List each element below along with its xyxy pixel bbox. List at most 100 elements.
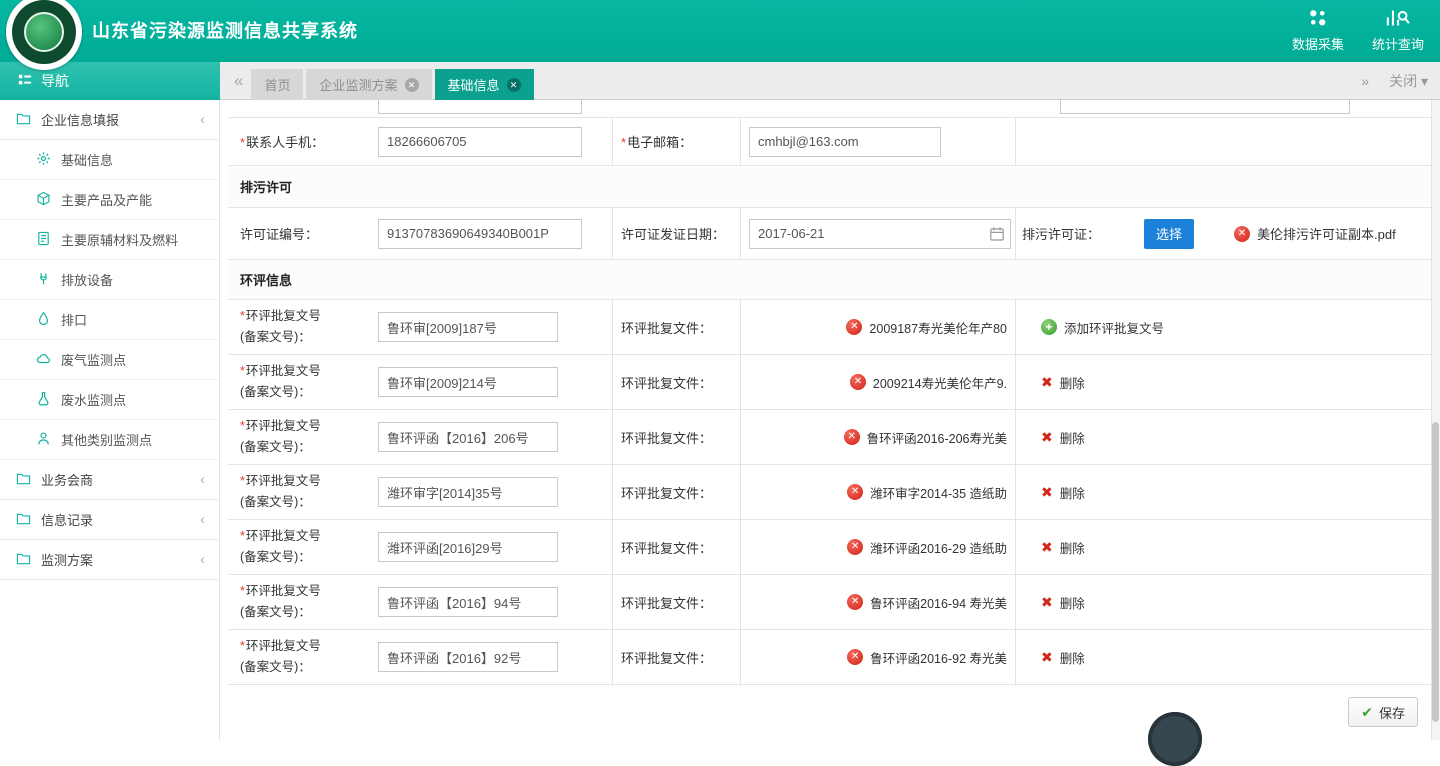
add-icon[interactable]: + xyxy=(1041,319,1057,335)
eia-doc-label: *环评批复文号 (备案文号)： xyxy=(240,416,378,457)
sidebar-item-raw-materials[interactable]: 主要原辅材料及燃料 xyxy=(0,220,219,260)
sidebar-group-monitoring-plan[interactable]: 监测方案 ‹ xyxy=(0,540,219,580)
select-file-button[interactable]: 选择 xyxy=(1144,219,1194,249)
delete-link[interactable]: 删除 xyxy=(1060,593,1085,612)
sidebar-item-outlet[interactable]: 排口 xyxy=(0,300,219,340)
eia-file-cell: ✕ 鲁环评函2016-94 寿光美 xyxy=(740,575,1015,629)
delete-link[interactable]: 删除 xyxy=(1060,373,1085,392)
eia-row: *环评批复文号 (备案文号)： 环评批复文件： ✕ 潍环评函2016-29 造纸… xyxy=(228,520,1432,575)
stats-query-icon xyxy=(1385,7,1410,31)
save-button[interactable]: ✔ 保存 xyxy=(1348,697,1418,727)
tab-basic-info[interactable]: 基础信息 ✕ xyxy=(435,69,534,100)
tab-close-icon[interactable]: ✕ xyxy=(405,78,419,92)
remove-file-icon[interactable]: ✕ xyxy=(847,594,863,610)
sidebar-item-label: 基础信息 xyxy=(61,150,113,169)
tab-home[interactable]: 首页 xyxy=(251,69,303,100)
sidebar-item-label: 其他类别监测点 xyxy=(61,430,152,449)
license-input[interactable] xyxy=(378,219,582,249)
remove-file-icon[interactable]: ✕ xyxy=(846,319,862,335)
delete-icon[interactable]: ✖ xyxy=(1041,539,1053,556)
sidebar-item-emission-equipment[interactable]: 排放设备 xyxy=(0,260,219,300)
delete-link[interactable]: 删除 xyxy=(1060,648,1085,667)
document-icon xyxy=(36,231,51,249)
eia-doc-input[interactable] xyxy=(378,312,558,342)
eia-file-label: 环评批复文件： xyxy=(621,483,712,502)
remove-file-icon[interactable]: ✕ xyxy=(844,429,860,445)
close-tabs-dropdown[interactable]: 关闭 ▾ xyxy=(1389,71,1428,91)
top-header: 山东省污染源监测信息共享系统 数据采集 统计查询 xyxy=(0,0,1440,62)
delete-icon[interactable]: ✖ xyxy=(1041,484,1053,501)
sidebar-item-water-monitoring[interactable]: 废水监测点 xyxy=(0,380,219,420)
delete-icon[interactable]: ✖ xyxy=(1041,429,1053,446)
close-tabs-label: 关闭 xyxy=(1389,73,1417,89)
sidebar-item-products[interactable]: 主要产品及产能 xyxy=(0,180,219,220)
issue-date-input[interactable] xyxy=(749,219,1011,249)
cropped-form-row xyxy=(228,100,1432,118)
stats-query-label: 统计查询 xyxy=(1372,34,1424,53)
eia-file-name: 鲁环评函2016-92 寿光美 xyxy=(870,648,1007,667)
eia-file-cell: ✕ 鲁环评函2016-206寿光美 xyxy=(740,410,1015,464)
cropped-input[interactable] xyxy=(378,100,582,114)
permit-row: 许可证编号： 许可证发证日期： 排污许可证： 选择 ✕ 美伦排污许可证副本.pd… xyxy=(228,208,1432,260)
tab-bar: « 首页 企业监测方案 ✕ 基础信息 ✕ » 关闭 ▾ xyxy=(220,62,1440,100)
plug-icon xyxy=(36,271,51,289)
tab-enterprise-plan[interactable]: 企业监测方案 ✕ xyxy=(306,69,431,100)
stats-query-button[interactable]: 统计查询 xyxy=(1372,7,1424,53)
eia-doc-input[interactable] xyxy=(378,477,558,507)
delete-icon[interactable]: ✖ xyxy=(1041,374,1053,391)
eia-file-name: 2009214寿光美伦年产9. xyxy=(873,373,1007,392)
eia-doc-input[interactable] xyxy=(378,532,558,562)
drop-icon xyxy=(36,311,51,329)
eia-file-label-cell: 环评批复文件： xyxy=(612,355,740,409)
eia-file-name: 潍环评函2016-29 造纸助 xyxy=(870,538,1007,557)
eia-doc-input[interactable] xyxy=(378,642,558,672)
sidebar-group-label: 企业信息填报 xyxy=(41,110,119,129)
delete-link[interactable]: 删除 xyxy=(1060,483,1085,502)
email-label: *电子邮箱： xyxy=(621,132,692,151)
cloud-icon xyxy=(36,351,51,369)
logo-globe xyxy=(24,12,64,52)
eia-doc-label: *环评批复文号 (备案文号)： xyxy=(240,306,378,347)
scrollbar-thumb[interactable] xyxy=(1432,422,1439,722)
delete-link[interactable]: 删除 xyxy=(1060,428,1085,447)
delete-icon[interactable]: ✖ xyxy=(1041,594,1053,611)
data-collection-button[interactable]: 数据采集 xyxy=(1292,7,1344,53)
calendar-icon[interactable] xyxy=(989,226,1005,242)
remove-file-icon[interactable]: ✕ xyxy=(1234,226,1250,242)
delete-icon[interactable]: ✖ xyxy=(1041,649,1053,666)
email-input[interactable] xyxy=(749,127,941,157)
delete-link[interactable]: 删除 xyxy=(1060,538,1085,557)
eia-action-cell: ✖ 删除 xyxy=(1015,520,1432,574)
sidebar-group-business[interactable]: 业务会商 ‹ xyxy=(0,460,219,500)
remove-file-icon[interactable]: ✕ xyxy=(847,484,863,500)
eia-doc-label: *环评批复文号 (备案文号)： xyxy=(240,526,378,567)
eia-action-cell: ✖ 删除 xyxy=(1015,355,1432,409)
eia-doc-input[interactable] xyxy=(378,422,558,452)
sidebar-group-enterprise-info[interactable]: 企业信息填报 ‹ xyxy=(0,100,219,140)
sidebar-group-records[interactable]: 信息记录 ‹ xyxy=(0,500,219,540)
tab-close-icon[interactable]: ✕ xyxy=(507,78,521,92)
eia-file-label-cell: 环评批复文件： xyxy=(612,410,740,464)
eia-doc-input[interactable] xyxy=(378,367,558,397)
phone-input[interactable] xyxy=(378,127,582,157)
permit-section-title: 排污许可 xyxy=(228,166,1432,208)
eia-file-name: 鲁环评函2016-206寿光美 xyxy=(867,428,1007,447)
eia-doc-input[interactable] xyxy=(378,587,558,617)
remove-file-icon[interactable]: ✕ xyxy=(847,649,863,665)
cropped-input[interactable] xyxy=(1060,100,1350,114)
remove-file-icon[interactable]: ✕ xyxy=(850,374,866,390)
sidebar-item-label: 废气监测点 xyxy=(61,350,126,369)
eia-row: *环评批复文号 (备案文号)： 环评批复文件： ✕ 鲁环评函2016-92 寿光… xyxy=(228,630,1432,685)
app-title: 山东省污染源监测信息共享系统 xyxy=(92,0,358,62)
folder-icon xyxy=(16,551,31,569)
issue-date-cell xyxy=(740,208,1015,259)
sidebar-item-other-monitoring[interactable]: 其他类别监测点 xyxy=(0,420,219,460)
sidebar-item-basic-info[interactable]: 基础信息 xyxy=(0,140,219,180)
remove-file-icon[interactable]: ✕ xyxy=(847,539,863,555)
tabs-scroll-right-icon[interactable]: » xyxy=(1361,73,1369,89)
eia-file-label: 环评批复文件： xyxy=(621,538,712,557)
sidebar-item-gas-monitoring[interactable]: 废气监测点 xyxy=(0,340,219,380)
add-eia-link[interactable]: 添加环评批复文号 xyxy=(1064,318,1164,337)
tabs-scroll-left-icon[interactable]: « xyxy=(234,71,243,91)
floating-widget[interactable] xyxy=(1148,712,1202,766)
